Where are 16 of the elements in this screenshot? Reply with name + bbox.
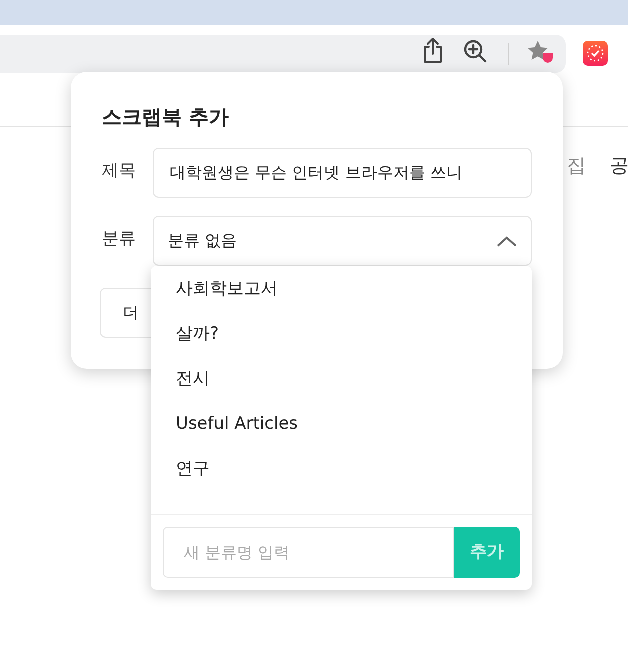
title-field[interactable]: 대학원생은 무슨 인터넷 브라우저를 쓰니 [153, 148, 532, 198]
category-option[interactable]: 연구 [151, 446, 532, 491]
popup-title: 스크랩북 추가 [102, 105, 229, 129]
page-text: 집 [567, 154, 586, 179]
category-option[interactable]: Useful Articles [151, 401, 532, 446]
star-icon[interactable] [527, 40, 554, 64]
page-text: 공 [610, 154, 628, 179]
share-icon[interactable] [421, 37, 445, 65]
category-option[interactable]: 전시 [151, 356, 532, 401]
new-category-field[interactable]: 새 분류명 입력 [163, 527, 454, 578]
field-label: 분류 [102, 228, 136, 251]
zoom-in-icon[interactable] [463, 39, 488, 64]
category-select[interactable]: 분류 없음 [153, 216, 532, 266]
field-label: 제목 [102, 160, 136, 183]
clock-app-icon[interactable] [583, 41, 608, 66]
chevron-icon [497, 236, 517, 246]
